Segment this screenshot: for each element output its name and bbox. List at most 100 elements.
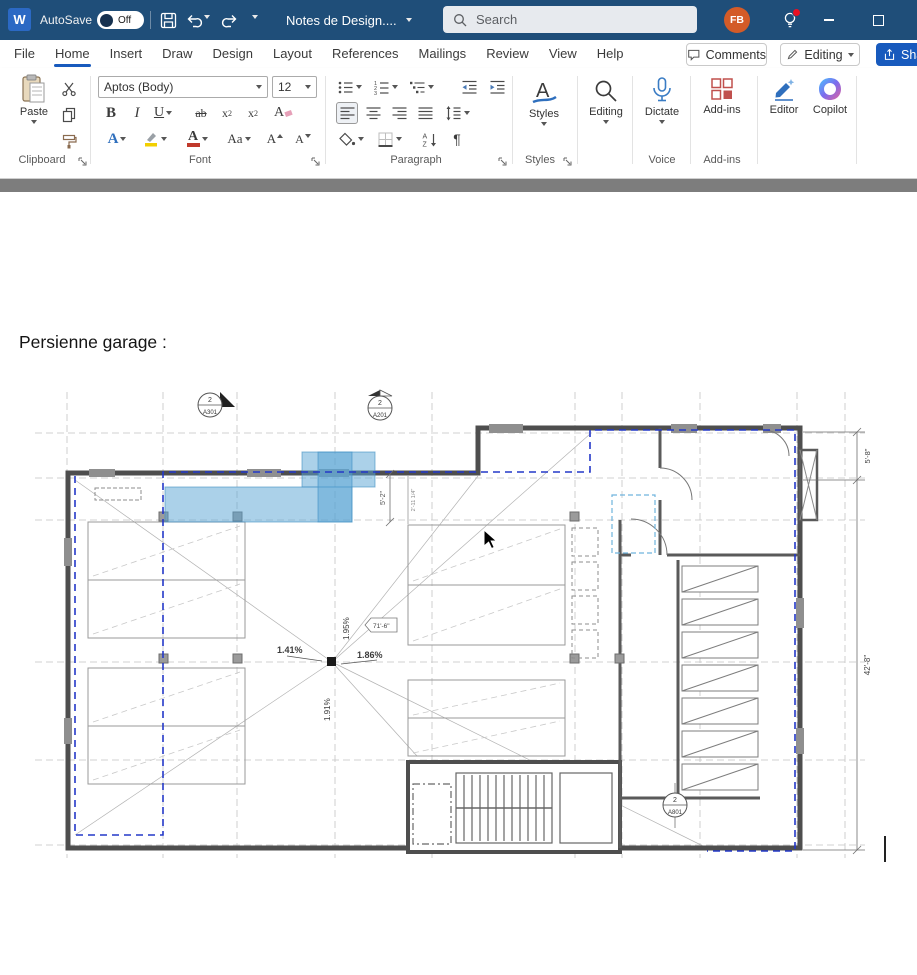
undo-menu-chevron[interactable]	[204, 19, 210, 37]
copy-icon	[61, 107, 77, 123]
dimension-interior-small: 2'-11 1/4"	[411, 489, 417, 512]
align-right-button[interactable]	[388, 102, 410, 124]
change-case-button[interactable]: Aa	[224, 128, 254, 150]
clipboard-dialog-launcher[interactable]	[77, 156, 88, 167]
maximize-icon	[873, 15, 884, 26]
editing-group-label: Editing	[589, 106, 623, 118]
minimize-icon	[824, 19, 834, 21]
borders-chevron-icon	[396, 137, 402, 141]
numbering-button[interactable]: 1 2 3	[370, 76, 400, 98]
tab-draw[interactable]: Draw	[152, 40, 202, 68]
slope-arrow	[287, 656, 322, 661]
group-separator	[325, 76, 326, 164]
tab-layout[interactable]: Layout	[263, 40, 322, 68]
italic-button[interactable]: I	[126, 102, 148, 124]
sort-button[interactable]: A Z	[418, 128, 440, 150]
font-dialog-launcher[interactable]	[310, 156, 321, 167]
format-painter-button[interactable]	[58, 130, 80, 152]
bullets-chevron-icon	[356, 85, 362, 89]
floorplan-image[interactable]: 1.41% 1.86% 1.91% 1.95% 71'-6" 2 A301 2 …	[19, 388, 890, 862]
clear-formatting-button[interactable]: A	[272, 102, 294, 124]
tab-insert[interactable]: Insert	[100, 40, 153, 68]
copilot-button[interactable]: Copilot	[808, 76, 852, 116]
highlighter-icon	[143, 131, 159, 147]
font-size-combobox[interactable]: 12	[272, 76, 317, 98]
bullets-button[interactable]	[334, 76, 364, 98]
tab-file[interactable]: File	[4, 40, 45, 68]
decrease-indent-button[interactable]	[458, 76, 480, 98]
tab-view[interactable]: View	[539, 40, 587, 68]
cut-button[interactable]	[58, 78, 80, 100]
show-formatting-button[interactable]: ¶	[446, 128, 468, 150]
shrink-font-button[interactable]: A	[292, 128, 314, 150]
tab-references[interactable]: References	[322, 40, 408, 68]
font-group-label: Font	[165, 154, 235, 166]
section-sheet: A801	[668, 810, 683, 816]
clipboard-group-label: Clipboard	[6, 154, 78, 166]
addins-button[interactable]: Add-ins	[696, 76, 748, 116]
undo-button[interactable]	[182, 8, 206, 32]
numbering-chevron-icon	[392, 85, 398, 89]
minimize-button[interactable]	[806, 0, 851, 40]
word-app-icon[interactable]: W	[8, 8, 31, 31]
subscript-button[interactable]: x2	[216, 102, 238, 124]
strikethrough-button[interactable]: ab	[190, 102, 212, 124]
styles-dialog-launcher[interactable]	[562, 156, 573, 167]
autosave-toggle[interactable]: Off	[97, 11, 144, 29]
section-number: 2	[673, 797, 677, 804]
parking-stalls	[88, 522, 565, 784]
font-name-combobox[interactable]: Aptos (Body)	[98, 76, 268, 98]
slope-label-west: 1.41%	[277, 645, 303, 655]
tab-help[interactable]: Help	[587, 40, 634, 68]
subscript-digit: 2	[228, 109, 232, 118]
multilevel-list-button[interactable]	[406, 76, 436, 98]
comments-button[interactable]: Comments	[686, 43, 767, 66]
account-avatar[interactable]: FB	[724, 7, 750, 33]
underline-glyph: U	[154, 105, 164, 121]
comments-label: Comments	[706, 48, 766, 62]
editing-group-button[interactable]: Editing	[582, 78, 630, 124]
text-effects-button[interactable]: A	[102, 128, 132, 150]
tab-design[interactable]: Design	[203, 40, 263, 68]
editing-mode-dropdown[interactable]: Editing	[780, 43, 860, 66]
document-page[interactable]: Persienne garage :	[0, 192, 917, 975]
whats-new-button[interactable]	[778, 8, 802, 32]
ribbon: Paste Clipboard Aptos (Body) 12	[0, 68, 917, 179]
tab-review[interactable]: Review	[476, 40, 539, 68]
editing-mode-label: Editing	[804, 48, 842, 62]
font-color-button[interactable]: A	[182, 128, 212, 150]
tab-mailings[interactable]: Mailings	[409, 40, 477, 68]
search-box[interactable]	[443, 6, 697, 33]
tab-home[interactable]: Home	[45, 40, 100, 68]
document-title[interactable]: Notes de Design....	[286, 0, 412, 40]
group-separator	[632, 76, 633, 164]
search-input[interactable]	[474, 11, 678, 28]
maximize-button[interactable]	[856, 0, 901, 40]
styles-chevron-icon	[541, 122, 547, 126]
font-size-chevron-icon	[305, 85, 311, 89]
dialog-launcher-icon	[311, 157, 320, 166]
highlight-color-button[interactable]	[140, 128, 170, 150]
copy-button[interactable]	[58, 104, 80, 126]
line-spacing-button[interactable]	[442, 102, 472, 124]
increase-indent-button[interactable]	[486, 76, 508, 98]
justify-button[interactable]	[414, 102, 436, 124]
shading-button[interactable]	[336, 128, 366, 150]
paste-button[interactable]: Paste	[12, 74, 56, 124]
quick-access-chevron[interactable]	[252, 19, 258, 37]
superscript-button[interactable]: x2	[242, 102, 264, 124]
bold-button[interactable]: B	[100, 102, 122, 124]
paragraph-dialog-launcher[interactable]	[497, 156, 508, 167]
align-center-button[interactable]	[362, 102, 384, 124]
save-button[interactable]	[156, 8, 180, 32]
editor-button[interactable]: Editor	[764, 76, 804, 116]
borders-button[interactable]	[374, 128, 404, 150]
share-button[interactable]: Share	[876, 43, 917, 66]
grow-font-button[interactable]: A	[264, 128, 286, 150]
redo-button[interactable]	[218, 8, 242, 32]
underline-button[interactable]: U	[148, 102, 178, 124]
styles-button[interactable]: A Styles	[518, 76, 570, 126]
align-left-button[interactable]	[336, 102, 358, 124]
font-color-glyph: A	[187, 131, 200, 147]
dictate-button[interactable]: Dictate	[638, 76, 686, 124]
